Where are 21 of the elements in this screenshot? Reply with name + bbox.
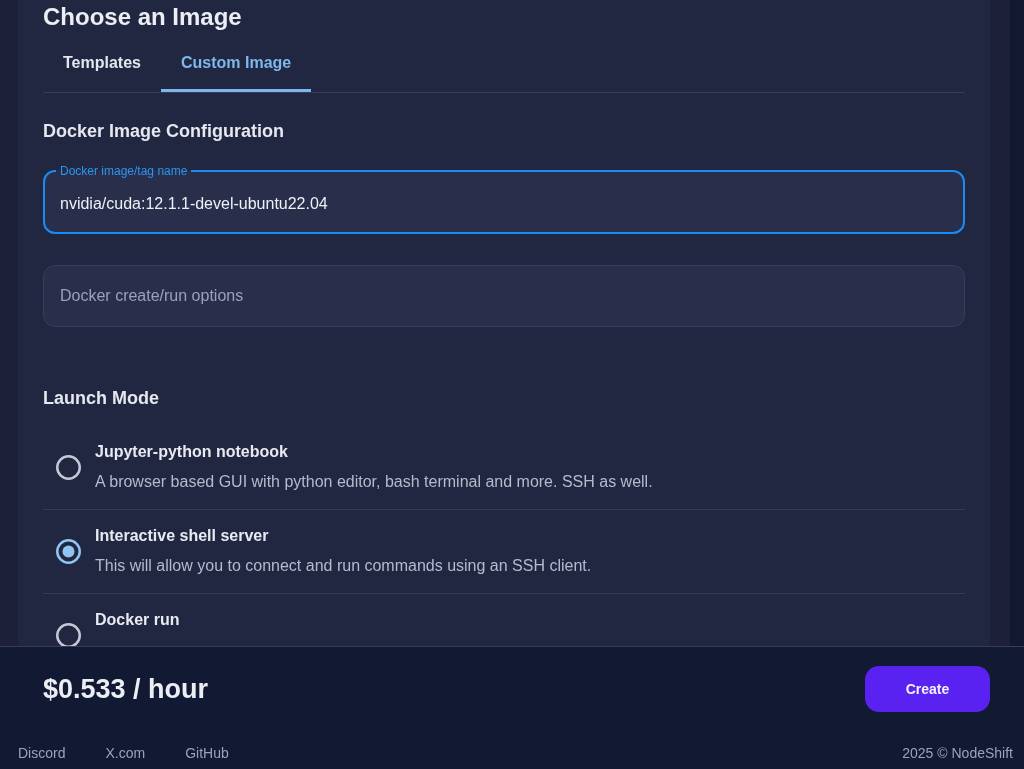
option-description: This will allow you to connect and run commands using an SSH client.	[95, 556, 592, 576]
page-title: Choose an Image	[43, 2, 242, 32]
price-text: $0.533 / hour	[43, 673, 209, 705]
section-heading: Docker Image Configuration	[43, 120, 285, 143]
option-description: A browser based GUI with python editor, bash terminal and more. SSH as well.	[95, 472, 653, 492]
radio-button[interactable]	[56, 455, 81, 480]
image-tag-field[interactable]: Docker image/tag name nvidia/cuda:12.1.1-devel-ubuntu22.04	[43, 164, 965, 234]
option-title: Docker run	[95, 610, 180, 630]
footer-link[interactable]: GitHub	[185, 744, 229, 762]
create-button[interactable]: Create	[865, 666, 990, 712]
copyright-text: 2025 © NodeShift	[902, 744, 1013, 762]
tab[interactable]: Templates	[43, 39, 161, 92]
section-heading: Launch Mode	[43, 387, 159, 410]
option-title: Jupyter-python notebook	[95, 442, 288, 462]
footer-link[interactable]: X.com	[105, 744, 146, 762]
footer-link[interactable]: Discord	[18, 744, 66, 762]
option-title: Interactive shell server	[95, 526, 269, 546]
radio-button[interactable]	[56, 539, 81, 564]
radio-button[interactable]	[56, 623, 81, 646]
run-options-field[interactable]: Docker create/run options	[43, 265, 965, 327]
tab[interactable]: Custom Image	[160, 39, 312, 92]
